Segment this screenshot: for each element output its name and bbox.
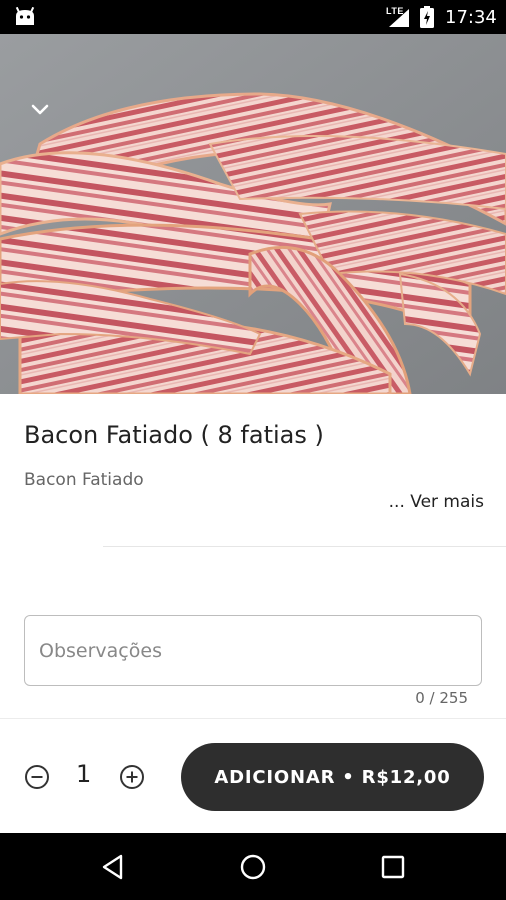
divider: [103, 546, 506, 547]
recents-icon: [381, 855, 405, 879]
minus-circle-icon[interactable]: [24, 764, 50, 790]
product-title: Bacon Fatiado ( 8 fatias ): [24, 421, 324, 449]
plus-circle-icon[interactable]: [119, 764, 145, 790]
order-bar: 1 ADICIONAR • R$12,00: [0, 718, 506, 834]
back-button[interactable]: [96, 850, 130, 884]
char-counter: 0 / 255: [415, 689, 468, 707]
status-clock: 17:34: [445, 7, 497, 28]
see-more-link[interactable]: ... Ver mais: [389, 492, 484, 512]
chevron-down-icon: [31, 104, 49, 115]
android-icon: [15, 7, 35, 25]
notes-field[interactable]: [24, 615, 482, 686]
product-image: [0, 34, 506, 394]
recents-button[interactable]: [376, 850, 410, 884]
notes-input[interactable]: [39, 616, 459, 685]
quantity-value: 1: [76, 760, 92, 788]
status-bar: LTE 17:34: [0, 0, 506, 34]
bacon-photo: [0, 34, 506, 394]
home-button[interactable]: [236, 850, 270, 884]
back-icon: [102, 854, 123, 880]
home-icon: [240, 854, 266, 880]
add-to-cart-button[interactable]: ADICIONAR • R$12,00: [181, 743, 484, 811]
battery-icon: [420, 6, 434, 28]
network-type: LTE: [386, 6, 404, 16]
product-description: Bacon Fatiado: [24, 470, 144, 490]
navigation-bar: [0, 833, 506, 900]
collapse-button[interactable]: [22, 92, 58, 128]
